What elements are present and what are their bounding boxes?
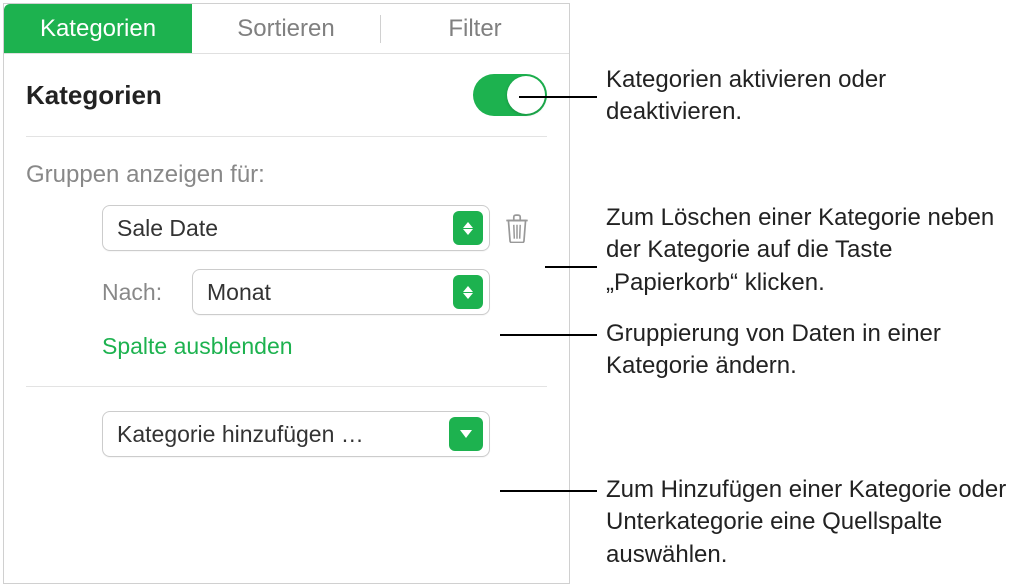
callout-line xyxy=(519,96,597,98)
updown-icon xyxy=(453,211,483,245)
divider xyxy=(26,386,547,387)
groups-label: Gruppen anzeigen für: xyxy=(26,161,547,189)
callout-line xyxy=(500,334,597,336)
tab-bar: Kategorien Sortieren Filter xyxy=(4,4,569,54)
hide-column-link[interactable]: Spalte ausblenden xyxy=(26,333,547,360)
tab-categories[interactable]: Kategorien xyxy=(4,4,192,53)
group-field-value: Sale Date xyxy=(117,215,453,242)
add-category-select[interactable]: Kategorie hinzufügen … xyxy=(102,411,490,457)
settings-panel: Kategorien Sortieren Filter Kategorien G… xyxy=(3,3,570,584)
callout-toggle: Kategorien aktivieren oder deaktivieren. xyxy=(606,64,1017,129)
chevron-down-icon xyxy=(449,417,483,451)
group-by-value: Monat xyxy=(207,279,453,306)
updown-icon xyxy=(453,275,483,309)
callout-trash: Zum Löschen einer Kategorie neben der Ka… xyxy=(606,202,998,299)
by-label: Nach: xyxy=(102,279,178,306)
section-title: Kategorien xyxy=(26,80,162,111)
categories-toggle[interactable] xyxy=(473,74,547,116)
callout-line xyxy=(545,266,597,268)
callout-line xyxy=(500,490,597,492)
callout-group: Gruppierung von Daten in einer Kategorie… xyxy=(606,318,966,383)
tab-sort[interactable]: Sortieren xyxy=(192,4,380,53)
group-by-select[interactable]: Monat xyxy=(192,269,490,315)
callout-add: Zum Hinzufügen einer Kategorie oder Unte… xyxy=(606,474,1016,571)
tab-filter[interactable]: Filter xyxy=(381,4,569,53)
group-field-select[interactable]: Sale Date xyxy=(102,205,490,251)
trash-icon[interactable] xyxy=(504,213,530,243)
toggle-knob xyxy=(507,76,545,114)
add-category-label: Kategorie hinzufügen … xyxy=(117,421,449,448)
